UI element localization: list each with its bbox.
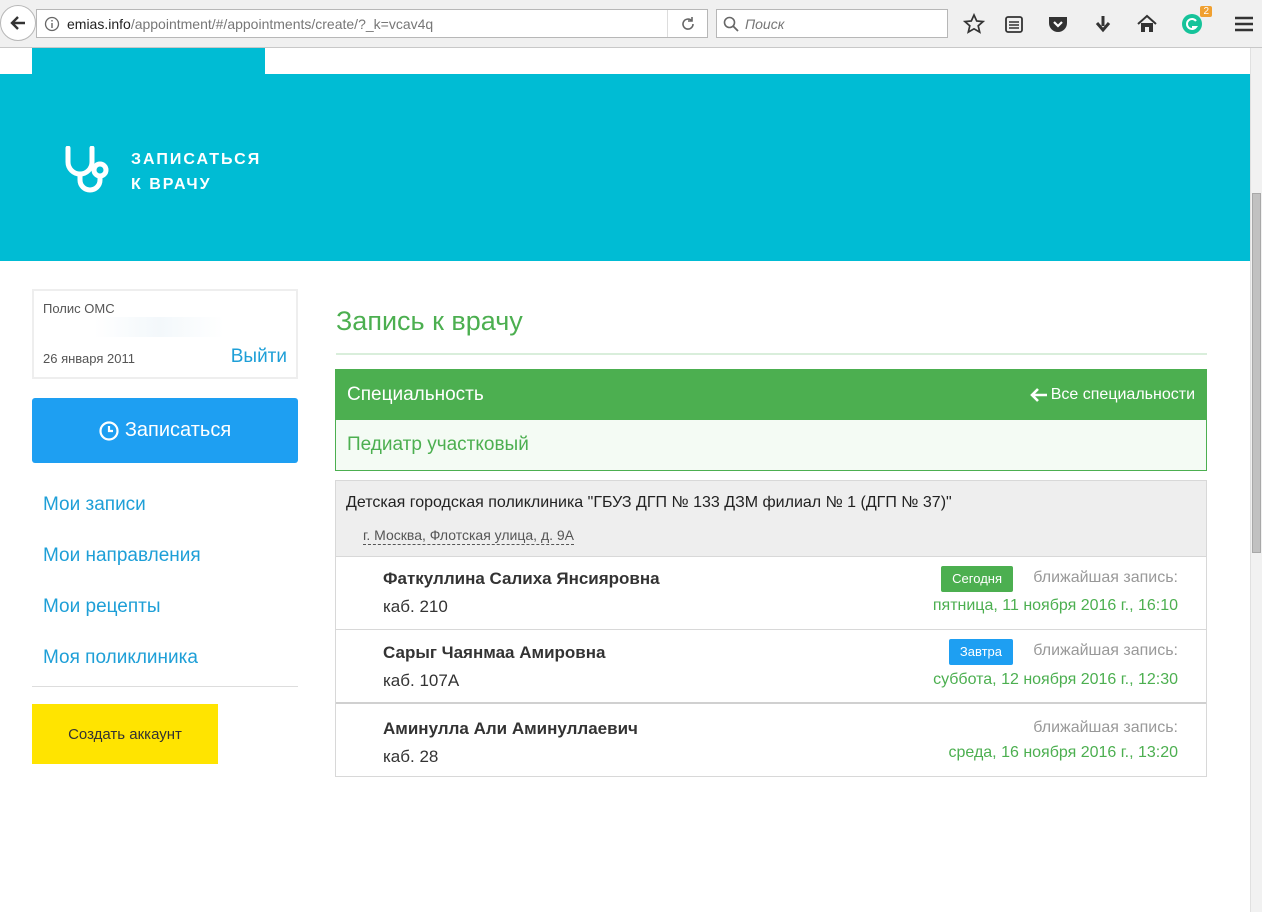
site-logo[interactable]: ЗАПИСАТЬСЯ К ВРАЧУ <box>62 146 261 198</box>
reload-icon[interactable] <box>667 10 707 37</box>
stethoscope-icon <box>65 146 109 193</box>
logout-link[interactable]: Выйти <box>231 346 287 368</box>
clinic-name: Детская городская поликлиника "ГБУЗ ДГП … <box>346 494 952 511</box>
doctor-room: каб. 210 <box>383 597 448 616</box>
page-viewport: ЗАПИСАТЬСЯ К ВРАЧУ Полис ОМС 26 января 2… <box>0 48 1250 912</box>
doctor-row[interactable]: Аминулла Али Аминуллаевич каб. 28 ближай… <box>336 704 1206 776</box>
title-divider <box>336 353 1207 355</box>
doctor-name: Фаткуллина Салиха Янсияровна <box>383 569 660 588</box>
specialty-header: Специальность Все специальности <box>336 370 1206 420</box>
vertical-scrollbar[interactable] <box>1250 48 1262 912</box>
doctor-name: Аминулла Али Аминуллаевич <box>383 719 638 738</box>
search-input[interactable]: Поиск <box>716 9 948 38</box>
policy-label: Полис ОМС <box>43 301 115 316</box>
extension-badge: 2 <box>1200 6 1212 17</box>
hero-banner: ЗАПИСАТЬСЯ К ВРАЧУ <box>0 74 1250 261</box>
logo-line-1: ЗАПИСАТЬСЯ <box>131 151 262 168</box>
nav-my-prescriptions[interactable]: Мои рецепты <box>43 596 161 618</box>
clock-icon <box>99 420 119 441</box>
nearest-date: суббота, 12 ноября 2016 г., 12:30 <box>933 671 1178 688</box>
all-specialties-label: Все специальности <box>1050 386 1195 403</box>
nearest-date: пятница, 11 ноября 2016 г., 16:10 <box>932 597 1178 614</box>
book-button-label: Записаться <box>124 419 232 441</box>
search-icon <box>723 16 739 32</box>
menu-icon[interactable] <box>1232 12 1256 36</box>
bookmark-star-icon[interactable] <box>962 12 986 36</box>
back-arrow-icon <box>10 16 25 30</box>
doctor-row[interactable]: Фаткуллина Салиха Янсияровна каб. 210 Се… <box>336 557 1206 630</box>
page-title: Запись к врачу <box>336 306 523 336</box>
doctor-room: каб. 28 <box>383 747 439 766</box>
info-icon[interactable] <box>37 16 67 32</box>
create-account-button[interactable]: Создать аккаунт <box>32 704 218 764</box>
nearest-label: ближайшая запись: <box>1033 569 1178 586</box>
nav-my-appointments[interactable]: Мои записи <box>43 494 146 516</box>
logo-text: ЗАПИСАТЬСЯ К ВРАЧУ <box>131 147 261 197</box>
scrollbar-thumb[interactable] <box>1252 193 1261 553</box>
selected-specialty: Педиатр участковый <box>336 420 1206 470</box>
sidebar-divider <box>32 686 298 687</box>
top-nav-tab-active[interactable] <box>32 48 265 74</box>
today-badge: Сегодня <box>941 566 1013 592</box>
address-bar[interactable]: emias.info/appointment/#/appointments/cr… <box>36 9 708 38</box>
doctor-row[interactable]: Сарыг Чаянмаа Амировна каб. 107А Завтра … <box>336 630 1206 704</box>
search-placeholder: Поиск <box>745 15 785 32</box>
url-path: /appointment/#/appointments/create/?_k=v… <box>130 15 434 32</box>
birth-date: 26 января 2011 <box>43 351 135 366</box>
policy-number-redacted <box>94 317 224 337</box>
url-text: emias.info/appointment/#/appointments/cr… <box>67 16 667 32</box>
arrow-left-icon <box>1029 388 1047 402</box>
back-button[interactable] <box>0 5 36 41</box>
all-specialties-link[interactable]: Все специальности <box>1029 386 1195 404</box>
browser-toolbar: emias.info/appointment/#/appointments/cr… <box>0 0 1262 48</box>
policy-card: Полис ОМС 26 января 2011 Выйти <box>32 289 298 379</box>
clinic-address-link[interactable]: г. Москва, Флотская улица, д. 9А <box>363 527 575 545</box>
specialty-heading: Специальность <box>347 384 484 405</box>
pocket-icon[interactable] <box>1046 12 1070 36</box>
doctor-name: Сарыг Чаянмаа Амировна <box>383 643 606 662</box>
downloads-icon[interactable] <box>1091 12 1115 36</box>
nav-my-referrals[interactable]: Мои направления <box>43 545 201 567</box>
home-icon[interactable] <box>1135 12 1159 36</box>
book-appointment-button[interactable]: Записаться <box>32 398 298 463</box>
doctor-room: каб. 107А <box>383 671 460 690</box>
url-host: emias.info <box>67 15 131 32</box>
reading-list-icon[interactable] <box>1002 12 1026 36</box>
tomorrow-badge: Завтра <box>948 639 1013 665</box>
specialty-panel: Специальность Все специальности Педиатр … <box>335 369 1207 471</box>
grammarly-icon[interactable]: 2 <box>1180 6 1212 36</box>
nav-my-clinic[interactable]: Моя поликлиника <box>43 647 198 669</box>
nearest-label: ближайшая запись: <box>1033 719 1178 736</box>
nearest-label: ближайшая запись: <box>1033 642 1178 659</box>
logo-line-2: К ВРАЧУ <box>131 176 212 193</box>
nearest-date: среда, 16 ноября 2016 г., 13:20 <box>948 744 1179 761</box>
clinic-header: Детская городская поликлиника "ГБУЗ ДГП … <box>336 481 1206 557</box>
clinic-card: Детская городская поликлиника "ГБУЗ ДГП … <box>335 480 1207 777</box>
